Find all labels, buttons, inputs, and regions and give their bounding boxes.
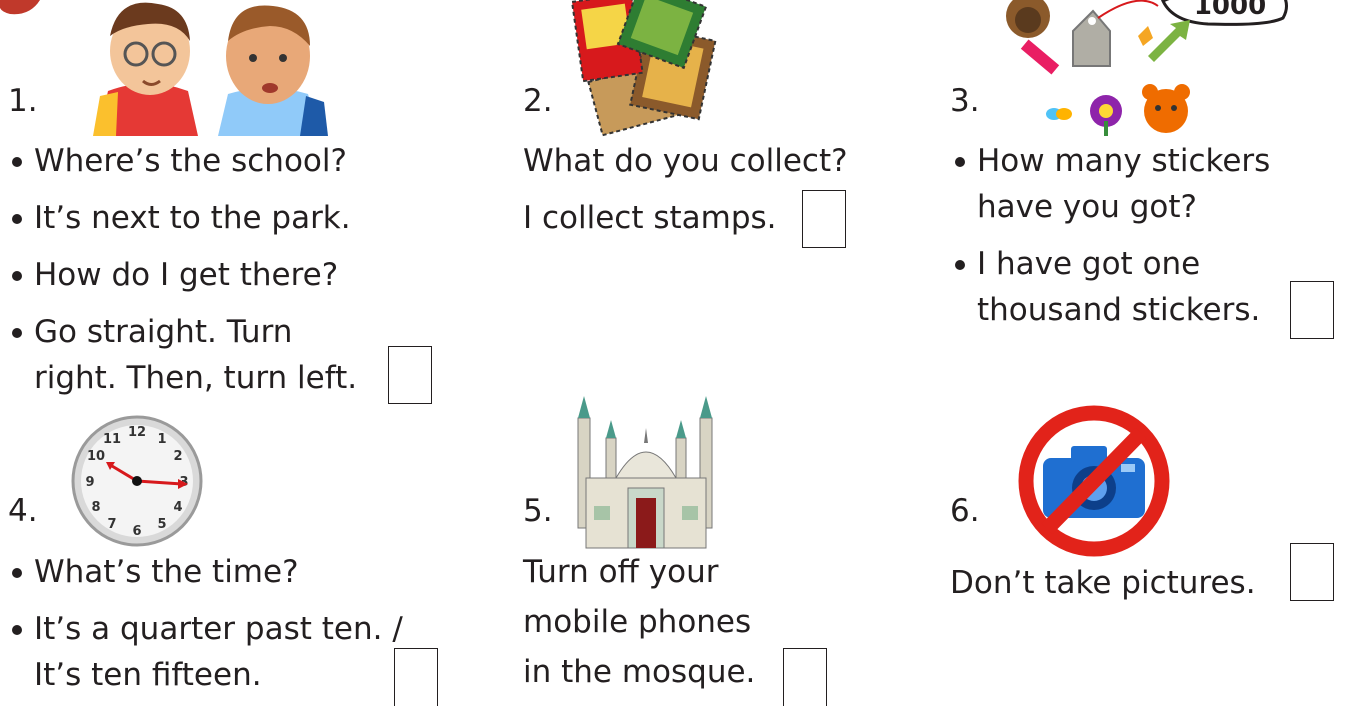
boys-illustration [93,2,328,136]
svg-text:1: 1 [157,432,166,447]
svg-text:12: 12 [128,425,146,440]
item-line: What do you collect? [523,143,848,179]
svg-text:2: 2 [173,449,182,464]
item-number: 2. [523,83,553,119]
item-number: 4. [8,493,38,529]
item-line: mobile phones [523,604,752,640]
stickers-illustration: 1000 [1006,0,1288,136]
answer-checkbox[interactable] [783,648,827,706]
svg-text:8: 8 [91,500,100,515]
item-number: 1. [8,83,38,119]
svg-text:5: 5 [157,517,166,532]
answer-checkbox[interactable] [802,190,846,248]
sticker-count-badge: 1000 [1194,0,1266,21]
svg-text:10: 10 [87,449,105,464]
item-line: It’s a quarter past ten. / [12,608,403,650]
svg-text:11: 11 [103,432,121,447]
item-number: 6. [950,493,980,529]
item-line: How do I get there? [11,254,338,296]
item-line: right. Then, turn left. [34,360,358,396]
clock-icon: 1212 345 678 91011 [71,415,203,547]
svg-text:9: 9 [85,475,94,490]
svg-text:6: 6 [132,524,141,539]
no-camera-icon [1018,405,1170,557]
item-line: Don’t take pictures. [950,565,1256,601]
stamps-illustration [570,0,717,137]
item-line: Where’s the school? [12,140,347,182]
item-line: in the mosque. [523,654,756,690]
item-line: I collect stamps. [523,200,777,236]
logo-icon [0,0,40,15]
answer-checkbox[interactable] [1290,543,1334,601]
item-line: How many stickers [954,140,1270,182]
item-number: 5. [523,493,553,529]
item-line: Go straight. Turn [11,311,292,353]
item-line: It’s next to the park. [12,197,351,239]
item-line: Turn off your [523,554,719,590]
svg-text:7: 7 [107,517,116,532]
item-line: It’s ten fifteen. [34,657,262,693]
item-number: 3. [950,83,980,119]
answer-checkbox[interactable] [388,346,432,404]
item-line: thousand stickers. [977,292,1261,328]
item-line: have you got? [977,189,1197,225]
answer-checkbox[interactable] [1290,281,1334,339]
item-line: I have got one [954,243,1200,285]
mosque-illustration [577,396,713,549]
item-line: What’s the time? [12,551,299,593]
svg-text:4: 4 [173,500,182,515]
answer-checkbox[interactable] [394,648,438,706]
